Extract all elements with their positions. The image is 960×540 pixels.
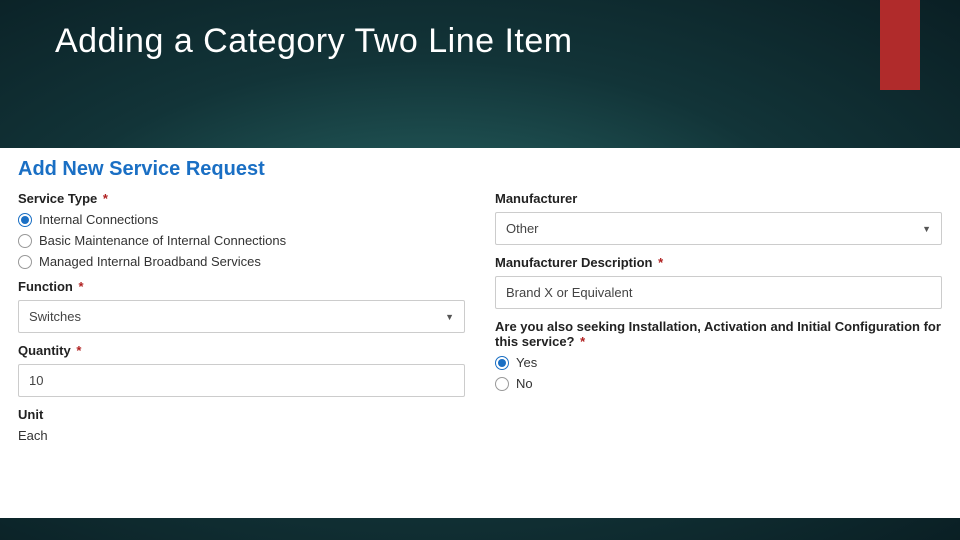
manufacturer-label: Manufacturer: [495, 191, 942, 206]
accent-bar: [880, 0, 920, 90]
radio-label: Managed Internal Broadband Services: [39, 254, 261, 269]
chevron-down-icon: ▼: [922, 224, 931, 234]
chevron-down-icon: ▼: [445, 312, 454, 322]
service-type-radio-group: Internal Connections Basic Maintenance o…: [18, 212, 465, 269]
quantity-label: Quantity *: [18, 343, 465, 358]
required-marker: *: [76, 343, 81, 358]
service-type-label-text: Service Type: [18, 191, 97, 206]
installation-question-text: Are you also seeking Installation, Activ…: [495, 319, 941, 349]
function-value: Switches: [29, 309, 81, 324]
radio-icon: [18, 234, 32, 248]
radio-icon: [18, 213, 32, 227]
form-right-column: Manufacturer Other ▼ Manufacturer Descri…: [495, 191, 942, 443]
required-marker: *: [103, 191, 108, 206]
quantity-value: 10: [29, 373, 43, 388]
radio-label: No: [516, 376, 533, 391]
service-type-option-basic-maintenance[interactable]: Basic Maintenance of Internal Connection…: [18, 233, 465, 248]
function-select[interactable]: Switches ▼: [18, 300, 465, 333]
quantity-label-text: Quantity: [18, 343, 71, 358]
installation-question-label: Are you also seeking Installation, Activ…: [495, 319, 942, 349]
radio-icon: [495, 356, 509, 370]
radio-icon: [18, 255, 32, 269]
service-type-label: Service Type *: [18, 191, 465, 206]
radio-label: Yes: [516, 355, 537, 370]
manufacturer-desc-input[interactable]: Brand X or Equivalent: [495, 276, 942, 309]
manufacturer-select[interactable]: Other ▼: [495, 212, 942, 245]
installation-radio-group: Yes No: [495, 355, 942, 391]
installation-option-yes[interactable]: Yes: [495, 355, 942, 370]
form-panel: Add New Service Request Service Type * I…: [0, 148, 960, 518]
installation-option-no[interactable]: No: [495, 376, 942, 391]
quantity-input[interactable]: 10: [18, 364, 465, 397]
function-label: Function *: [18, 279, 465, 294]
slide-title: Adding a Category Two Line Item: [55, 22, 573, 61]
form-title: Add New Service Request: [18, 158, 942, 181]
function-label-text: Function: [18, 279, 73, 294]
service-type-option-managed-broadband[interactable]: Managed Internal Broadband Services: [18, 254, 465, 269]
manufacturer-desc-value: Brand X or Equivalent: [506, 285, 632, 300]
required-marker: *: [79, 279, 84, 294]
form-left-column: Service Type * Internal Connections Basi…: [18, 191, 465, 443]
unit-label: Unit: [18, 407, 465, 422]
required-marker: *: [658, 255, 663, 270]
radio-label: Basic Maintenance of Internal Connection…: [39, 233, 286, 248]
manufacturer-value: Other: [506, 221, 539, 236]
radio-icon: [495, 377, 509, 391]
manufacturer-desc-label-text: Manufacturer Description: [495, 255, 652, 270]
required-marker: *: [580, 334, 585, 349]
service-type-option-internal-connections[interactable]: Internal Connections: [18, 212, 465, 227]
manufacturer-desc-label: Manufacturer Description *: [495, 255, 942, 270]
unit-value: Each: [18, 428, 465, 443]
radio-label: Internal Connections: [39, 212, 158, 227]
